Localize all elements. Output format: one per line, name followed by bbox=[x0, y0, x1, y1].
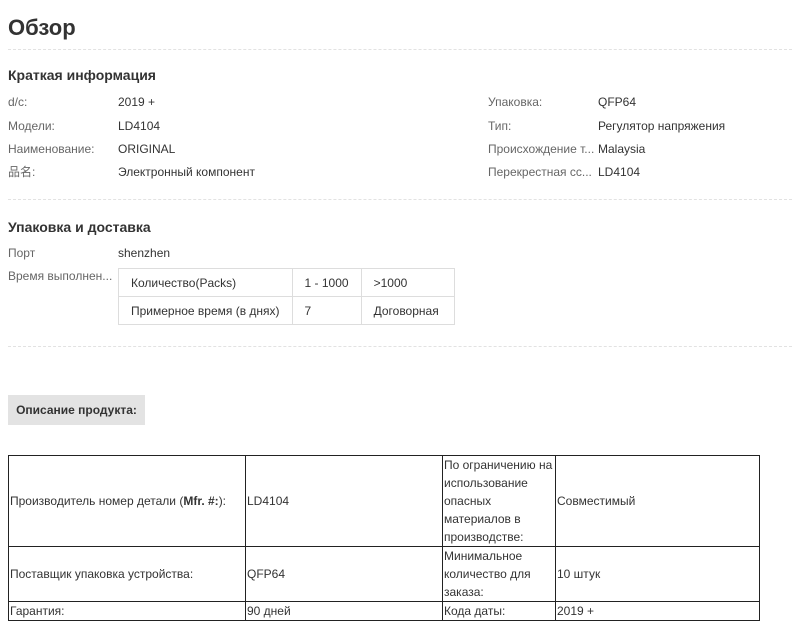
spec-value: 2019 + bbox=[555, 601, 760, 621]
lead-time-table: Количество(Packs) 1 - 1000 >1000 Примерн… bbox=[118, 268, 455, 325]
spec-label: По ограничению на использование опасных … bbox=[442, 455, 556, 547]
brief-label: d/c: bbox=[8, 95, 28, 109]
brief-value: Регулятор напряжения bbox=[598, 119, 726, 133]
port-label: Порт bbox=[8, 246, 36, 260]
port-value: shenzhen bbox=[118, 246, 171, 260]
spec-value: 90 дней bbox=[245, 601, 443, 621]
divider bbox=[8, 346, 792, 347]
page-title: Обзор bbox=[8, 15, 76, 40]
product-description-tab[interactable]: Описание продукта: bbox=[8, 395, 145, 425]
brief-label: Модели: bbox=[8, 119, 55, 133]
brief-value: ORIGINAL bbox=[118, 142, 176, 156]
table-row: Гарантия: 90 дней Кода даты: 2019 + bbox=[8, 601, 760, 621]
shipping-heading: Упаковка и доставка bbox=[8, 219, 151, 235]
table-cell: 7 bbox=[291, 296, 362, 325]
brief-info-heading: Краткая информация bbox=[8, 67, 156, 83]
table-cell: Примерное время (в днях) bbox=[118, 296, 293, 325]
spec-value: 10 штук bbox=[555, 546, 760, 602]
spec-label-text: Производитель номер детали ( bbox=[10, 494, 184, 508]
spec-label-bold: Mfr. #: bbox=[183, 494, 219, 508]
spec-label: Производитель номер детали (Mfr. #:): bbox=[8, 455, 246, 547]
divider bbox=[8, 199, 792, 200]
spec-value: LD4104 bbox=[245, 455, 443, 547]
brief-value: LD4104 bbox=[598, 165, 641, 179]
table-cell: >1000 bbox=[360, 268, 455, 297]
brief-label: Перекрестная сс... bbox=[488, 165, 592, 179]
spec-label-text: ): bbox=[218, 494, 227, 508]
brief-value: 2019 + bbox=[118, 95, 156, 109]
spec-label: Кода даты: bbox=[442, 601, 556, 621]
spec-value: QFP64 bbox=[245, 546, 443, 602]
brief-value: QFP64 bbox=[598, 95, 637, 109]
divider bbox=[8, 49, 792, 50]
brief-value: Malaysia bbox=[598, 142, 646, 156]
table-row: Производитель номер детали (Mfr. #:): LD… bbox=[8, 455, 760, 547]
brief-label: Упаковка: bbox=[488, 95, 543, 109]
table-row: Количество(Packs) 1 - 1000 >1000 bbox=[118, 268, 455, 297]
brief-value: LD4104 bbox=[118, 119, 161, 133]
lead-time-label: Время выполнен... bbox=[8, 269, 113, 283]
brief-label: Тип: bbox=[488, 119, 512, 133]
brief-label: Наименование: bbox=[8, 142, 95, 156]
table-cell: Договорная bbox=[360, 296, 455, 325]
spec-label: Поставщик упаковка устройства: bbox=[8, 546, 246, 602]
table-row: Примерное время (в днях) 7 Договорная bbox=[118, 296, 455, 325]
brief-label: Происхождение т... bbox=[488, 142, 595, 156]
table-row: Поставщик упаковка устройства: QFP64 Мин… bbox=[8, 546, 760, 602]
brief-label: 品名: bbox=[8, 165, 36, 179]
table-cell: Количество(Packs) bbox=[118, 268, 293, 297]
spec-label: Гарантия: bbox=[8, 601, 246, 621]
product-spec-table: Производитель номер детали (Mfr. #:): LD… bbox=[8, 455, 760, 621]
brief-value: Электронный компонент bbox=[118, 165, 255, 179]
table-cell: 1 - 1000 bbox=[291, 268, 362, 297]
spec-label: Минимальное количество для заказа: bbox=[442, 546, 556, 602]
spec-value: Совместимый bbox=[555, 455, 760, 547]
